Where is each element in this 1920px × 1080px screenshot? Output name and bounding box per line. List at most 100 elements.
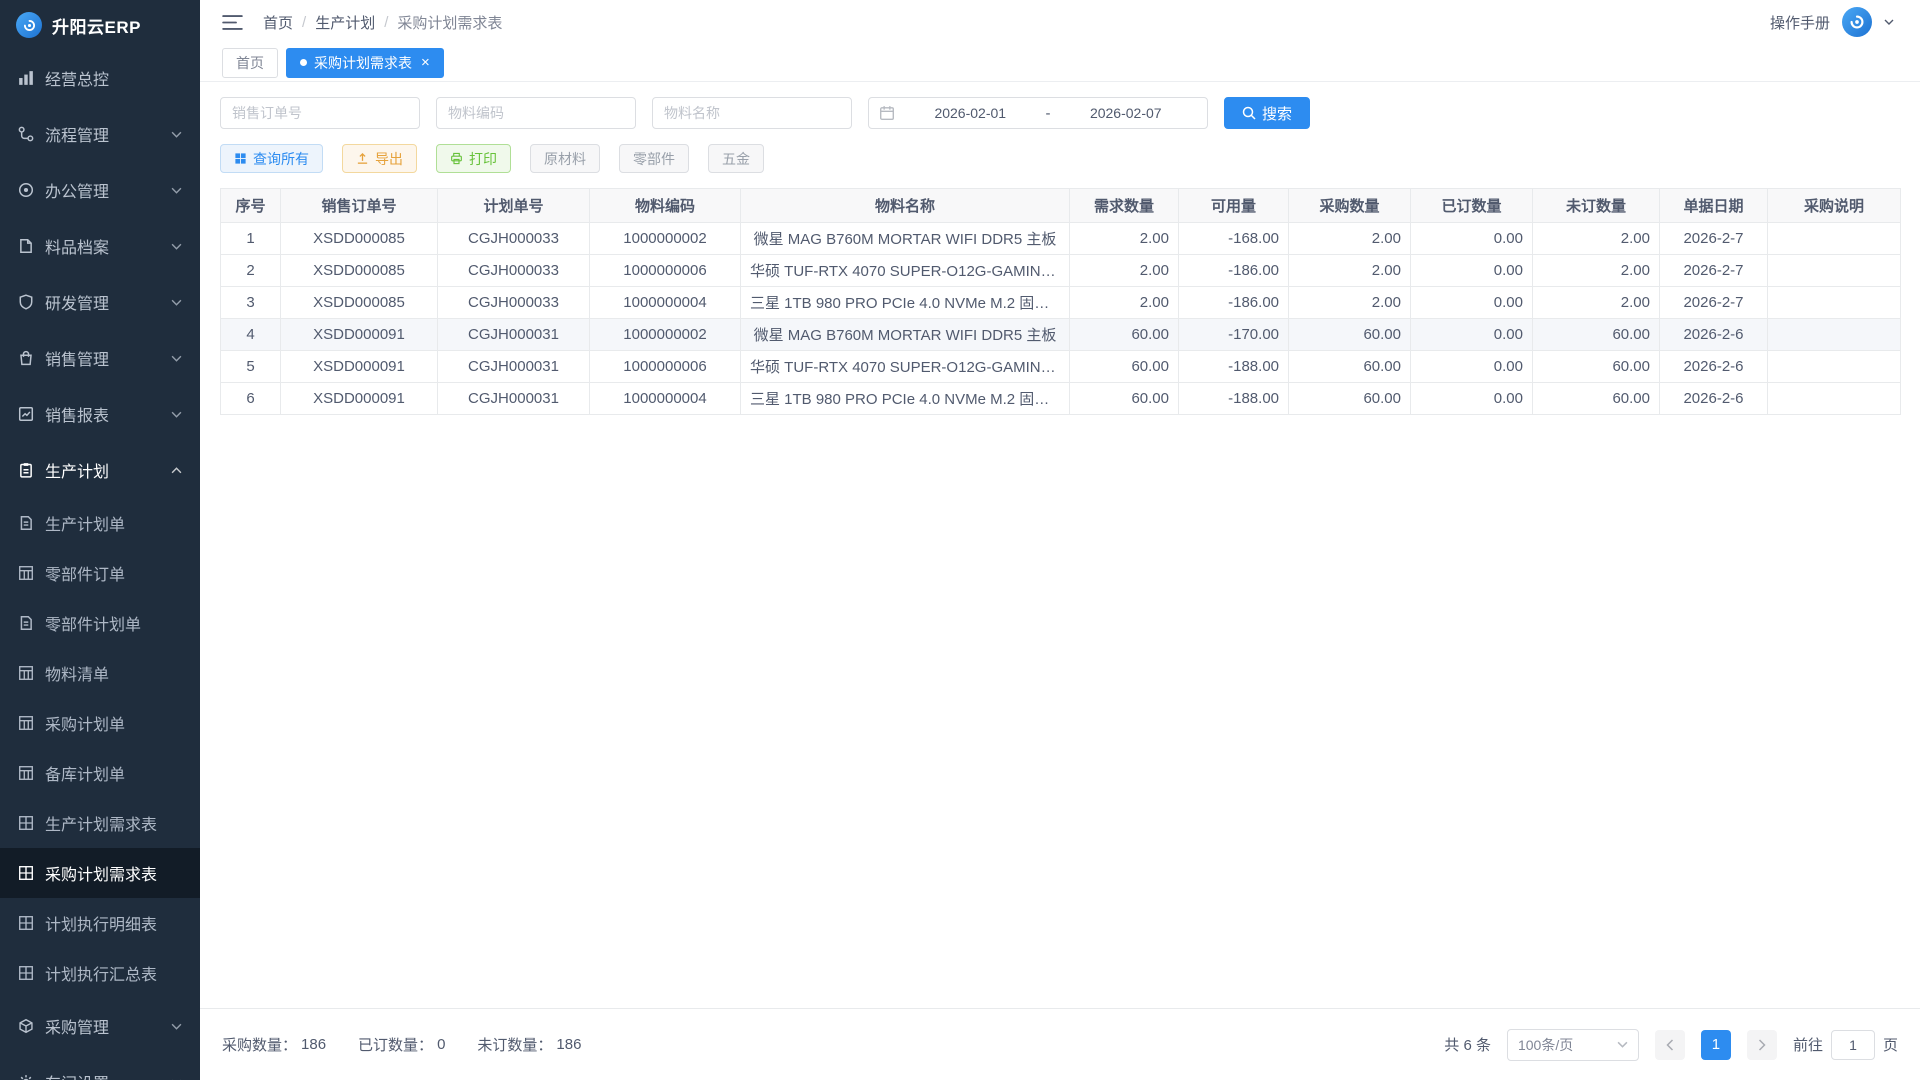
current-page-button[interactable]: 1: [1701, 1030, 1731, 1060]
table-cell: 4: [221, 319, 281, 351]
table-cell: CGJH000033: [438, 255, 590, 287]
parts-button[interactable]: 零部件: [619, 144, 689, 173]
chevron-down-icon: [171, 243, 182, 250]
table-cell: -186.00: [1179, 255, 1289, 287]
date-range-picker[interactable]: -: [868, 97, 1208, 129]
sidebar-item-material-archives[interactable]: 料品档案: [0, 218, 200, 274]
doc-icon: [18, 615, 34, 631]
table-cell: CGJH000033: [438, 223, 590, 255]
avatar-caret-icon[interactable]: [1884, 19, 1894, 25]
tab-purchase-plan-demand[interactable]: 采购计划需求表 ×: [286, 48, 444, 78]
breadcrumb-item-production-planning[interactable]: 生产计划: [315, 12, 375, 33]
sidebar-item-sales-reports[interactable]: 销售报表: [0, 386, 200, 442]
sidebar-item-office-management[interactable]: 办公管理: [0, 162, 200, 218]
sidebar-item-purchase-plan-order[interactable]: 采购计划单: [0, 698, 200, 748]
sales-order-input[interactable]: [220, 97, 420, 129]
stat-ordered-qty: 已订数量： 0: [358, 1034, 445, 1055]
table-cell: 微星 MAG B760M MORTAR WIFI DDR5 主板: [741, 319, 1070, 351]
prev-page-button[interactable]: [1655, 1030, 1685, 1060]
sidebar-item-purchase-plan-demand[interactable]: 采购计划需求表: [0, 848, 200, 898]
chevron-down-icon: [171, 355, 182, 362]
table-cell: -168.00: [1179, 223, 1289, 255]
column-header: 未订数量: [1533, 189, 1660, 223]
table-cell: 华硕 TUF-RTX 4070 SUPER-O12G-GAMING 显卡: [741, 255, 1070, 287]
sidebar-item-production-plan-order[interactable]: 生产计划单: [0, 498, 200, 548]
sidebar-item-label: 料品档案: [45, 234, 109, 258]
status-bar: 采购数量： 186 已订数量： 0 未订数量： 186 共 6 条 100条/页: [200, 1008, 1920, 1080]
print-button[interactable]: 打印: [436, 144, 511, 173]
sidebar-item-sales-management[interactable]: 销售管理: [0, 330, 200, 386]
page-size-select[interactable]: 100条/页: [1507, 1029, 1639, 1061]
hardware-button[interactable]: 五金: [708, 144, 764, 173]
next-page-button[interactable]: [1747, 1030, 1777, 1060]
sidebar-item-label: 销售管理: [45, 346, 109, 370]
sidebar-item-bom[interactable]: 物料清单: [0, 648, 200, 698]
table-row[interactable]: 5XSDD000091CGJH0000311000000006华硕 TUF-RT…: [221, 351, 1901, 383]
sidebar-item-label: 计划执行明细表: [45, 911, 157, 935]
sidebar-item-label: 备库计划单: [45, 761, 125, 785]
table-row[interactable]: 2XSDD000085CGJH0000331000000006华硕 TUF-RT…: [221, 255, 1901, 287]
table-cell: 2026-2-6: [1660, 319, 1768, 351]
button-label: 查询所有: [253, 149, 309, 169]
sidebar-item-purchase-management[interactable]: 采购管理: [0, 998, 200, 1054]
sidebar-item-rd-management[interactable]: 研发管理: [0, 274, 200, 330]
sidebar-item-business-overview[interactable]: 经营总控: [0, 50, 200, 106]
pagination: 共 6 条 100条/页 1 前往 页: [1444, 1029, 1898, 1061]
tab-home[interactable]: 首页: [222, 48, 278, 78]
sidebar-item-label: 零部件计划单: [45, 611, 141, 635]
raw-material-button[interactable]: 原材料: [530, 144, 600, 173]
table-row[interactable]: 4XSDD000091CGJH0000311000000002微星 MAG B7…: [221, 319, 1901, 351]
sidebar-item-stock-plan-order[interactable]: 备库计划单: [0, 748, 200, 798]
column-header: 采购数量: [1289, 189, 1411, 223]
table-cell: 1000000002: [590, 223, 741, 255]
goto-page: 前往 页: [1793, 1030, 1898, 1060]
column-header: 序号: [221, 189, 281, 223]
table-cell: [1768, 351, 1901, 383]
search-icon: [1242, 106, 1256, 120]
table-cell: XSDD000085: [281, 287, 438, 319]
table-cell: [1768, 383, 1901, 415]
sheet-icon: [18, 915, 34, 931]
sidebar-item-label: 计划执行汇总表: [45, 961, 157, 985]
table-cell: 60.00: [1533, 319, 1660, 351]
table-body: 1XSDD000085CGJH0000331000000002微星 MAG B7…: [221, 223, 1901, 415]
sidebar-item-parts-order[interactable]: 零部件订单: [0, 548, 200, 598]
research-icon: [18, 294, 34, 310]
sidebar-item-production-planning[interactable]: 生产计划: [0, 442, 200, 498]
table-row[interactable]: 6XSDD000091CGJH0000311000000004三星 1TB 98…: [221, 383, 1901, 415]
material-code-input[interactable]: [436, 97, 636, 129]
goto-page-input[interactable]: [1831, 1030, 1875, 1060]
sidebar-item-process-management[interactable]: 流程管理: [0, 106, 200, 162]
production-icon: [18, 462, 34, 478]
workshop-icon: [18, 1074, 34, 1080]
tab-label: 首页: [236, 53, 264, 73]
material-name-input[interactable]: [652, 97, 852, 129]
table-cell: 2.00: [1289, 255, 1411, 287]
sidebar-item-label: 办公管理: [45, 178, 109, 202]
export-button[interactable]: 导出: [342, 144, 417, 173]
table-cell: 3: [221, 287, 281, 319]
sales-icon: [18, 350, 34, 366]
tab-close-icon[interactable]: ×: [421, 55, 430, 70]
table-row[interactable]: 1XSDD000085CGJH0000331000000002微星 MAG B7…: [221, 223, 1901, 255]
tab-active-dot: [300, 59, 307, 66]
manual-link[interactable]: 操作手册: [1770, 12, 1830, 33]
query-all-button[interactable]: 查询所有: [220, 144, 323, 173]
menu-toggle-icon[interactable]: [222, 14, 243, 31]
table-row[interactable]: 3XSDD000085CGJH0000331000000004三星 1TB 98…: [221, 287, 1901, 319]
avatar[interactable]: [1842, 7, 1872, 37]
date-end-input[interactable]: [1055, 105, 1198, 121]
date-start-input[interactable]: [899, 105, 1042, 121]
tab-label: 采购计划需求表: [314, 53, 412, 73]
search-button[interactable]: 搜索: [1224, 97, 1310, 129]
table-cell: 2: [221, 255, 281, 287]
sidebar-item-plan-execution-detail[interactable]: 计划执行明细表: [0, 898, 200, 948]
sidebar-item-label: 销售报表: [45, 402, 109, 426]
breadcrumb-item-home[interactable]: 首页: [263, 12, 293, 33]
sidebar-item-plan-execution-summary[interactable]: 计划执行汇总表: [0, 948, 200, 998]
sidebar-item-parts-plan-order[interactable]: 零部件计划单: [0, 598, 200, 648]
sidebar-item-label: 物料清单: [45, 661, 109, 685]
sidebar-item-workshop-settings[interactable]: 车间设置: [0, 1054, 200, 1080]
table-cell: XSDD000091: [281, 383, 438, 415]
sidebar-item-production-plan-demand[interactable]: 生产计划需求表: [0, 798, 200, 848]
